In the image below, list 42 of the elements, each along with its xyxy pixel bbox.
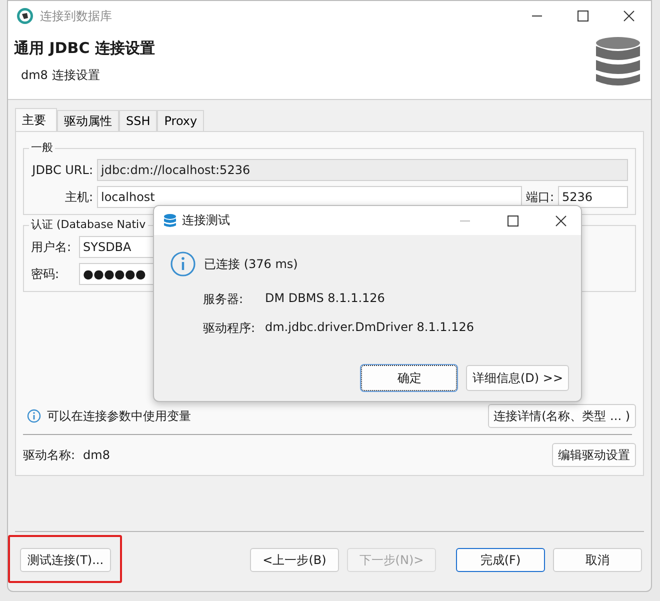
page-subtitle: dm8 连接设置 (20, 67, 101, 84)
wizard-button[interactable]: 取消 (553, 548, 642, 572)
field-label: JDBC URL: (31, 163, 93, 177)
driver-label: 驱动名称: (23, 446, 76, 464)
status-text: 已连接 (376 ms) (204, 256, 298, 272)
database-icon (595, 36, 641, 88)
page-title: 通用 JDBC 连接设置 (14, 39, 155, 58)
driver-name: dm8 (83, 448, 111, 462)
connection-details-button[interactable]: 连接详情(名称、类型 ... ) (488, 404, 636, 428)
edit-driver-button[interactable]: 编辑驱动设置 (552, 443, 636, 467)
group-legend: 认证 (Database Nativ (29, 217, 148, 232)
detail-value: dm.jdbc.driver.DmDriver 8.1.1.126 (265, 320, 474, 336)
detail-label: 服务器: (203, 291, 244, 308)
dialog-button[interactable]: 确定 (361, 365, 458, 391)
info-text: 可以在连接参数中使用变量 (47, 408, 192, 424)
close-icon[interactable] (555, 214, 567, 226)
maximize-icon[interactable] (507, 214, 519, 226)
field-label: 主机: (64, 188, 93, 206)
info-icon (170, 251, 196, 277)
close-icon[interactable] (623, 10, 635, 22)
tab[interactable]: SSH (119, 110, 158, 131)
tab[interactable]: 驱动属性 (57, 110, 119, 131)
detail-value: DM DBMS 8.1.1.126 (265, 291, 385, 307)
field-label: 用户名: (31, 238, 72, 256)
port-field[interactable]: 5236 (558, 186, 628, 208)
wizard-button[interactable]: 完成(F) (456, 548, 545, 572)
maximize-icon[interactable] (577, 10, 589, 22)
url-field[interactable]: jdbc:dm://localhost:5236 (97, 159, 628, 181)
field-label: 端口: (526, 188, 554, 206)
dialog-button[interactable]: 详细信息(D) >> (466, 365, 569, 391)
tab[interactable]: Proxy (157, 110, 204, 131)
dialog-title: 连接测试 (182, 212, 230, 229)
database-icon (164, 214, 176, 228)
group-legend: 一般 (29, 140, 55, 155)
detail-label: 驱动程序: (203, 320, 256, 337)
tab[interactable]: 主要 (15, 108, 57, 131)
info-icon (27, 409, 41, 423)
wizard-button[interactable]: <上一步(B) (250, 548, 339, 572)
field-label: 密码: (31, 266, 60, 282)
test-connection-button[interactable]: 测试连接(T)... (20, 548, 111, 572)
window-title: 连接到数据库 (40, 8, 112, 24)
app-icon (16, 7, 34, 25)
